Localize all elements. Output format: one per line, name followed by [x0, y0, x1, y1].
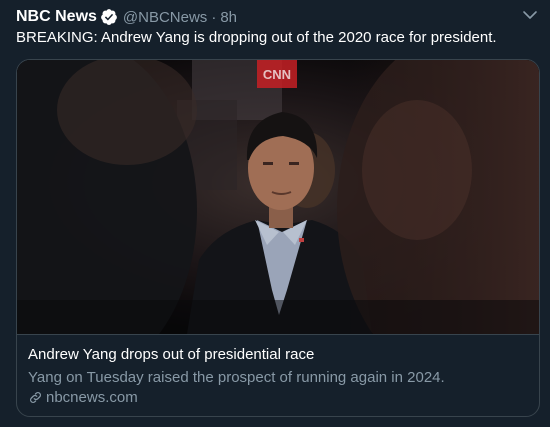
card-divider: [17, 334, 539, 335]
separator-dot: ·: [211, 8, 217, 26]
tweet[interactable]: NBC News @NBCNews · 8h BREAKING: Andrew …: [0, 0, 550, 427]
tweet-header: NBC News @NBCNews · 8h: [16, 6, 237, 28]
card-domain-text: nbcnews.com: [46, 389, 138, 406]
card-domain[interactable]: nbcnews.com: [28, 389, 138, 406]
chevron-down-icon[interactable]: [522, 8, 538, 22]
tweet-text: BREAKING: Andrew Yang is dropping out of…: [16, 29, 497, 46]
link-card[interactable]: CNN Andrew Yang drops out of presidentia…: [16, 59, 540, 417]
author-handle[interactable]: @NBCNews: [123, 9, 207, 26]
card-image[interactable]: CNN: [17, 60, 539, 334]
cnn-sign-text: CNN: [263, 67, 291, 82]
card-photo: CNN: [17, 60, 539, 334]
tweet-timestamp[interactable]: 8h: [220, 9, 237, 26]
card-title[interactable]: Andrew Yang drops out of presidential ra…: [28, 346, 314, 363]
author-name[interactable]: NBC News: [16, 8, 97, 26]
link-icon: [30, 392, 41, 403]
card-description: Yang on Tuesday raised the prospect of r…: [28, 369, 445, 386]
verified-badge-icon: [101, 9, 117, 25]
